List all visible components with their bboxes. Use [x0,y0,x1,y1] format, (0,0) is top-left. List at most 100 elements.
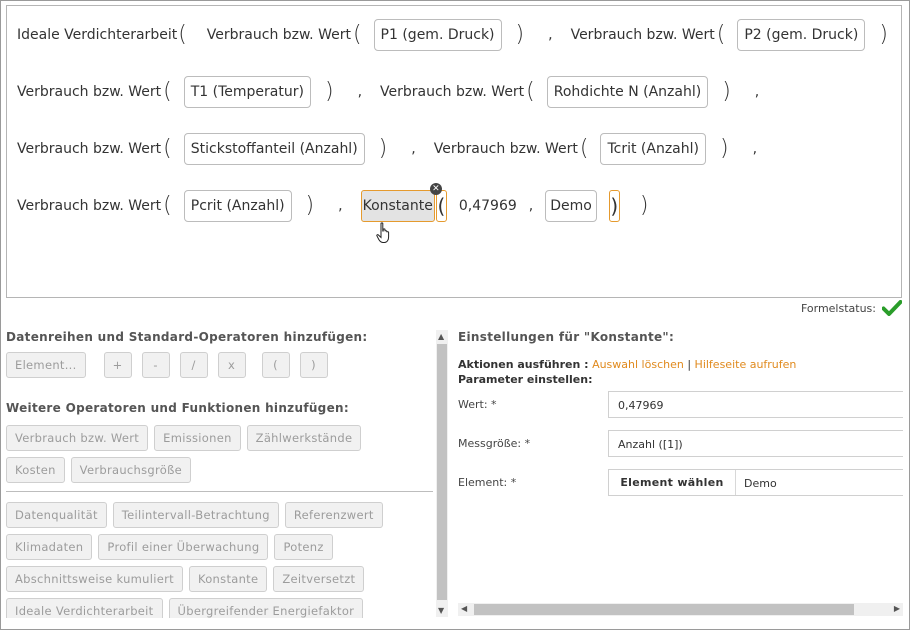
open-paren[interactable]: ( [717,24,726,46]
formula-status-label: Formelstatus: [800,301,876,315]
function-button-referenzwert[interactable]: Referenzwert [284,502,383,528]
formula-series-pill[interactable]: Tcrit (Anzahl) [600,133,706,165]
scrollbar-thumb[interactable] [437,344,447,600]
field-row-messgroesse: Messgröße: * Anzahl ([1]) [458,430,903,458]
formula-series-pill[interactable]: P1 (gem. Druck) [373,19,502,51]
choose-element-button[interactable]: Element wählen [609,470,736,495]
formula-status: Formelstatus: [801,300,902,316]
close-paren[interactable]: ) [379,138,388,160]
function-button-zaehlwerkstaende[interactable]: Zählwerkstände [246,425,362,451]
function-button-profil[interactable]: Profil einer Überwachung [98,534,269,560]
action-separator: | [687,358,692,371]
function-button-emissionen[interactable]: Emissionen [154,425,241,451]
function-button-abschnittsweise[interactable]: Abschnittsweise kumuliert [6,566,183,592]
open-paren[interactable]: ( [580,138,589,160]
scrollbar-thumb[interactable] [474,604,854,615]
divider [6,491,433,492]
close-paren[interactable]: ) [306,195,315,217]
formula-function-name[interactable]: Verbrauch bzw. Wert [17,141,161,157]
minus-button[interactable]: - [141,352,170,378]
formula-series-pill[interactable]: Rohdichte N (Anzahl) [546,76,709,108]
formula-row-3: Verbrauch bzw. Wert ( Stickstoffanteil (… [17,132,757,166]
element-value: Demo [744,477,777,490]
constant-label: Konstante [362,198,433,214]
formula-function-name[interactable]: Ideale Verdichterarbeit [17,27,177,43]
function-button-zeitversetzt[interactable]: Zeitversetzt [273,566,365,592]
messgroesse-label: Messgröße: * [458,437,531,450]
formula-series-pill[interactable]: Pcrit (Anzahl) [183,190,292,222]
formula-row-2: Verbrauch bzw. Wert ( T1 (Temperatur) ) … [17,75,759,109]
formula-function-name[interactable]: Verbrauch bzw. Wert [207,27,351,43]
function-button-verbrauchsgroesse[interactable]: Verbrauchsgröße [70,457,192,483]
function-button-verdichterarbeit[interactable]: Ideale Verdichterarbeit [6,598,163,618]
formula-editor[interactable]: Ideale Verdichterarbeit ( Verbrauch bzw.… [6,5,902,298]
open-paren[interactable]: ( [353,24,362,46]
checkmark-icon [882,300,902,316]
function-button-kosten[interactable]: Kosten [6,457,65,483]
close-paren[interactable]: ) [879,24,888,46]
element-field: Element wählen Demo [608,469,903,496]
scroll-down-icon[interactable]: ▼ [438,606,444,615]
wert-input[interactable]: 0,47969 [608,391,903,418]
selected-constant-function[interactable]: Konstante ✕ [360,183,442,222]
close-paren[interactable]: ) [516,24,525,46]
open-paren[interactable]: ( [178,24,187,46]
formula-function-name[interactable]: Verbrauch bzw. Wert [380,84,524,100]
function-button-datenqualitaet[interactable]: Datenqualität [6,502,107,528]
function-button-teilintervall[interactable]: Teilintervall-Betrachtung [112,502,279,528]
close-paren[interactable]: ) [720,138,729,160]
selected-close-paren[interactable]: ) [608,190,620,222]
comma: , [357,84,363,100]
constant-value[interactable]: 0,47969 [459,198,517,214]
function-button-energiefaktor[interactable]: Übergreifender Energiefaktor [168,598,364,618]
formula-row-4: Verbrauch bzw. Wert ( Pcrit (Anzahl) ) ,… [17,183,649,223]
comma: , [528,198,534,214]
scroll-left-icon[interactable]: ◀ [461,604,467,613]
function-button-potenz[interactable]: Potenz [274,534,333,560]
help-page-link[interactable]: Hilfeseite aufrufen [695,358,797,371]
element-button[interactable]: Element... [6,352,86,378]
formula-series-pill[interactable]: P2 (gem. Druck) [737,19,866,51]
open-paren-button[interactable]: ( [261,352,290,378]
function-button-row: Abschnittsweise kumuliert Konstante Zeit… [6,566,365,592]
field-row-wert: Wert: * 0,47969 [458,391,903,419]
close-paren[interactable]: ) [325,81,334,103]
formula-function-name[interactable]: Verbrauch bzw. Wert [434,141,578,157]
plus-button[interactable]: + [103,352,132,378]
element-pill[interactable]: Demo [545,190,597,222]
open-paren[interactable]: ( [163,81,172,103]
divide-button[interactable]: / [179,352,208,378]
standard-button-row: Element... + - / x ( ) [6,352,328,378]
close-paren[interactable]: ) [640,195,649,217]
insert-panel: Datenreihen und Standard-Operatoren hinz… [6,328,433,618]
scroll-right-icon[interactable]: ▶ [894,604,900,613]
formula-function-name[interactable]: Verbrauch bzw. Wert [17,198,161,214]
function-button-verbrauch[interactable]: Verbrauch bzw. Wert [6,425,149,451]
actions-line: Aktionen ausführen : Auswahl löschen | H… [458,358,796,371]
formula-function-name[interactable]: Verbrauch bzw. Wert [17,84,161,100]
vertical-scrollbar[interactable]: ▲ ▼ [436,330,448,617]
open-paren[interactable]: ( [163,138,172,160]
formula-series-pill[interactable]: T1 (Temperatur) [183,76,311,108]
wert-label: Wert: * [458,398,497,411]
settings-panel: Einstellungen für "Konstante": Aktionen … [458,328,903,618]
open-paren[interactable]: ( [526,81,535,103]
formula-function-name[interactable]: Verbrauch bzw. Wert [571,27,715,43]
function-button-row: Datenqualität Teilintervall-Betrachtung … [6,502,383,528]
comma: , [754,84,760,100]
delete-selection-link[interactable]: Auswahl löschen [592,358,684,371]
section-title-functions: Weitere Operatoren und Funktionen hinzuf… [6,401,349,415]
function-button-konstante[interactable]: Konstante [188,566,268,592]
comma: , [411,141,416,157]
horizontal-scrollbar[interactable]: ◀ ▶ [458,603,903,616]
close-paren[interactable]: ) [722,81,731,103]
scroll-up-icon[interactable]: ▲ [438,332,444,341]
multiply-button[interactable]: x [217,352,246,378]
open-paren[interactable]: ( [163,195,172,217]
close-paren-button[interactable]: ) [299,352,328,378]
function-button-klimadaten[interactable]: Klimadaten [6,534,93,560]
formula-series-pill[interactable]: Stickstoffanteil (Anzahl) [183,133,365,165]
element-label: Element: * [458,476,517,489]
remove-icon[interactable]: ✕ [429,183,442,195]
messgroesse-select[interactable]: Anzahl ([1]) [608,430,903,457]
